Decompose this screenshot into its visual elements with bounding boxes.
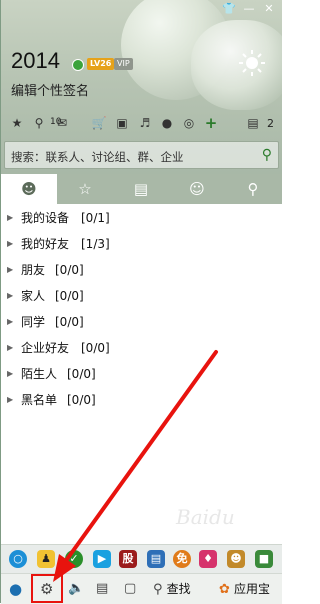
list-item[interactable]: ▶ 企业好友 [0/0] bbox=[1, 336, 282, 360]
group-count: [0/0] bbox=[67, 393, 96, 407]
expand-caret-icon: ▶ bbox=[7, 291, 14, 300]
message-box-icon[interactable]: ▤ bbox=[245, 115, 261, 131]
nickname[interactable]: 2014 bbox=[11, 48, 60, 74]
favorites-bookmark-icon[interactable]: ▢ bbox=[124, 580, 136, 598]
list-item[interactable]: ▶ 同学 [0/0] bbox=[1, 310, 282, 334]
group-count: [0/1] bbox=[81, 211, 110, 225]
profile-header: 👕 — ✕ 2014 LV26 VIP 编辑个性签名 ★ ⚲ ✉ 10 🛒 ▣ … bbox=[1, 0, 282, 174]
tab-recent[interactable]: ⚲ bbox=[225, 174, 281, 204]
tab-bar: ☻ ☆ ▤ ☺ ⚲ bbox=[1, 174, 282, 204]
expand-caret-icon: ▶ bbox=[7, 395, 14, 404]
search-input[interactable]: 搜索：联系人、讨论组、群、企业 ⚲ bbox=[4, 141, 279, 169]
tab-discussions[interactable]: ☺ bbox=[169, 174, 225, 204]
group-name: 朋友 bbox=[21, 263, 46, 277]
group-name: 我的设备 bbox=[21, 211, 70, 225]
mail-count: 10 bbox=[50, 117, 62, 127]
app-shortcut-bar: ○ ♟ ✓ ▶ 股 ▤ 免 ♦ ☻ ■ bbox=[1, 544, 282, 573]
qq-game-icon[interactable]: ♟ bbox=[37, 550, 55, 568]
more-apps-icon[interactable]: ■ bbox=[255, 550, 273, 568]
list-item[interactable]: ▶ 我的设备 [0/1] bbox=[1, 206, 282, 230]
list-item[interactable]: ▶ 朋友 [0/0] bbox=[1, 258, 282, 282]
message-box-count: 2 bbox=[267, 117, 274, 130]
group-name: 我的好友 bbox=[21, 237, 70, 251]
video-play-icon[interactable]: ▶ bbox=[93, 550, 111, 568]
baidu-watermark: Baidu bbox=[176, 505, 235, 529]
settings-highlight-box bbox=[31, 574, 63, 603]
search-icon: ⚲ bbox=[153, 582, 163, 597]
list-item[interactable]: ▶ 我的好友 [1/3] bbox=[1, 232, 282, 256]
signature-field[interactable]: 编辑个性签名 bbox=[11, 80, 89, 99]
camera-icon[interactable]: ◎ bbox=[181, 115, 197, 131]
file-folder-icon[interactable]: ▤ bbox=[96, 580, 108, 598]
group-count: [0/0] bbox=[55, 315, 84, 329]
contact-group-list: ▶ 我的设备 [0/1] ▶ 我的好友 [1/3] ▶ 朋友 [0/0] ▶ 家… bbox=[1, 204, 282, 544]
find-label: 查找 bbox=[166, 582, 191, 596]
expand-caret-icon: ▶ bbox=[7, 317, 14, 326]
expand-caret-icon: ▶ bbox=[7, 213, 14, 222]
shopping-cart-icon[interactable]: 🛒 bbox=[91, 115, 107, 131]
person-icon: ☻ bbox=[21, 180, 37, 198]
group-count: [0/0] bbox=[55, 289, 84, 303]
star-icon[interactable]: ★ bbox=[9, 115, 25, 131]
level-badge[interactable]: LV26 bbox=[87, 58, 115, 70]
group-count: [0/0] bbox=[55, 263, 84, 277]
weather-sun-icon[interactable] bbox=[237, 48, 267, 78]
group-name: 陌生人 bbox=[21, 367, 58, 381]
tab-contacts[interactable]: ☻ bbox=[1, 174, 57, 204]
online-status-icon[interactable] bbox=[72, 59, 84, 71]
music-icon[interactable]: ♬ bbox=[137, 115, 153, 131]
wallet-icon[interactable]: ▣ bbox=[114, 115, 130, 131]
free-wifi-icon[interactable]: 免 bbox=[173, 550, 191, 568]
group-name: 黑名单 bbox=[21, 393, 58, 407]
app-box-button[interactable]: ✿ 应用宝 bbox=[219, 580, 270, 598]
skin-button[interactable]: 👕 bbox=[220, 2, 238, 16]
vip-badge[interactable]: VIP bbox=[114, 58, 133, 70]
group-count: [0/0] bbox=[67, 367, 96, 381]
expand-caret-icon: ▶ bbox=[7, 239, 14, 248]
group-count: [0/0] bbox=[81, 341, 110, 355]
expand-caret-icon: ▶ bbox=[7, 265, 14, 274]
pet-icon[interactable]: ● bbox=[159, 115, 175, 131]
app-box-label: 应用宝 bbox=[234, 582, 271, 596]
qq-manager-icon[interactable]: ✓ bbox=[65, 550, 83, 568]
qzone-icon[interactable]: ⚲ bbox=[31, 115, 47, 131]
add-icon[interactable]: + bbox=[203, 115, 219, 131]
search-icon[interactable]: ⚲ bbox=[262, 147, 272, 163]
close-button[interactable]: ✕ bbox=[260, 2, 278, 16]
list-item[interactable]: ▶ 黑名单 [0/0] bbox=[1, 388, 282, 412]
find-button[interactable]: ⚲ 查找 bbox=[153, 580, 191, 598]
app-box-icon: ✿ bbox=[219, 582, 230, 597]
group-name: 同学 bbox=[21, 315, 46, 329]
expand-caret-icon: ▶ bbox=[7, 369, 14, 378]
lottery-icon[interactable]: ♦ bbox=[199, 550, 217, 568]
window-controls: 👕 — ✕ bbox=[220, 2, 278, 16]
people-icon: ☺ bbox=[189, 180, 205, 198]
group-count: [1/3] bbox=[81, 237, 110, 251]
minimize-button[interactable]: — bbox=[240, 2, 258, 16]
pet-app-icon[interactable]: ☻ bbox=[227, 550, 245, 568]
qq-browser-icon[interactable]: ○ bbox=[9, 550, 27, 568]
group-name: 家人 bbox=[21, 289, 46, 303]
tab-favorites[interactable]: ☆ bbox=[57, 174, 113, 204]
quick-icons-row: ★ ⚲ ✉ 10 🛒 ▣ ♬ ● ◎ + ▤ 2 bbox=[9, 115, 274, 135]
main-menu-penguin-icon[interactable]: ● bbox=[9, 580, 22, 598]
stock-icon[interactable]: 股 bbox=[119, 550, 137, 568]
chat-icon: ▤ bbox=[133, 180, 149, 198]
search-placeholder: 搜索：联系人、讨论组、群、企业 bbox=[11, 150, 184, 164]
group-name: 企业好友 bbox=[21, 341, 70, 355]
list-item[interactable]: ▶ 陌生人 [0/0] bbox=[1, 362, 282, 386]
tab-groups[interactable]: ▤ bbox=[113, 174, 169, 204]
qq-main-window: 👕 — ✕ 2014 LV26 VIP 编辑个性签名 ★ ⚲ ✉ 10 🛒 ▣ … bbox=[0, 0, 282, 604]
volume-icon[interactable]: 🔈 bbox=[68, 580, 84, 598]
list-item[interactable]: ▶ 家人 [0/0] bbox=[1, 284, 282, 308]
star-icon: ☆ bbox=[78, 180, 92, 198]
calendar-icon[interactable]: ▤ bbox=[147, 550, 165, 568]
history-icon: ⚲ bbox=[247, 180, 259, 198]
expand-caret-icon: ▶ bbox=[7, 343, 14, 352]
